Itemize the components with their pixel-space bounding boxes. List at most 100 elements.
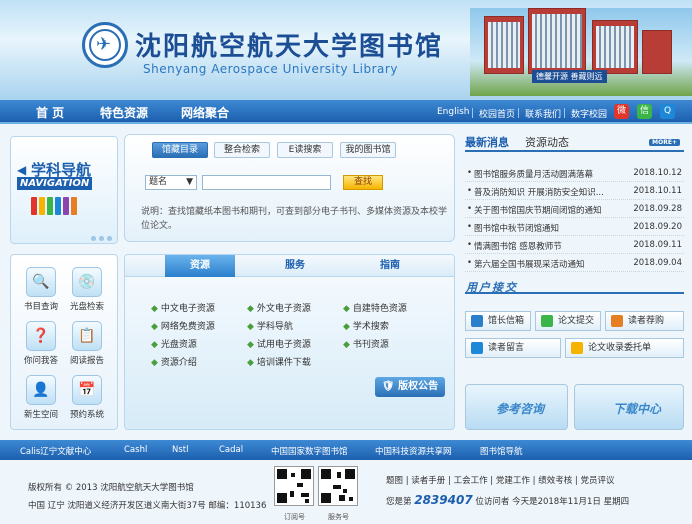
link-sci-tech-resource[interactable]: 中国科技资源共享网	[375, 445, 452, 457]
tab-integrated-search[interactable]: 整合检索	[214, 142, 270, 158]
tab-my-library[interactable]: 我的图书馆	[340, 142, 396, 158]
visitor-count: 2839407	[414, 493, 473, 507]
footer-link[interactable]: 党员评议	[580, 476, 614, 486]
link-cashl[interactable]: Cashl	[124, 445, 147, 455]
director-mailbox-button[interactable]: 馆长信箱	[465, 311, 531, 331]
subject-navigation-banner[interactable]: ◀ 学科导航 NAVIGATION	[10, 136, 118, 244]
search-input[interactable]	[202, 175, 331, 190]
nav-contact-us[interactable]: 联系我们	[525, 107, 561, 120]
nav-digital-campus[interactable]: 数字校园	[571, 107, 607, 120]
quick-link-cd-search[interactable]: 💿 光盘检索	[67, 267, 107, 312]
news-tabs: 最新消息 资源动态 MORE+	[465, 134, 684, 152]
slider-dots[interactable]	[91, 234, 115, 243]
footer-link[interactable]: 题图	[386, 476, 403, 486]
qr-code-subscription	[274, 466, 314, 506]
tab-latest-news[interactable]: 最新消息	[465, 134, 509, 150]
link-cadal[interactable]: Cadal	[219, 445, 243, 455]
search-field-select[interactable]: 题名 ▼	[145, 175, 197, 190]
footer-link[interactable]: 绩效考核	[538, 476, 572, 486]
news-item[interactable]: • 关于图书馆国庆节期间闭馆的通知 2018.09.28	[465, 200, 684, 218]
reader-message-button[interactable]: 读者留言	[465, 338, 561, 358]
reference-consult-button[interactable]: 参考咨询	[465, 384, 568, 430]
resource-link[interactable]: ◆ 中文电子资源	[151, 301, 215, 314]
thesis-indexing-button[interactable]: 论文收录委托单	[565, 338, 684, 358]
search-panel: 馆藏目录 整合检索 E读搜索 我的图书馆 题名 ▼ 查找 说明：查找馆藏纸本图书和…	[124, 134, 455, 242]
copyright-notice-button[interactable]: 🛡 版权公告	[375, 377, 445, 397]
disc-icon: 💿	[72, 267, 102, 297]
tab-services[interactable]: 服务	[255, 255, 335, 277]
resource-link[interactable]: ◆ 学科导航	[247, 319, 293, 332]
user-services-header: 用户接交	[465, 278, 684, 294]
news-item[interactable]: • 普及消防知识 开展消防安全知识... 2018.10.11	[465, 182, 684, 200]
news-item[interactable]: • 图书馆中秋节闭馆通知 2018.09.20	[465, 218, 684, 236]
resources-panel: 资源 服务 指南 ◆ 中文电子资源 ◆ 外文电子资源 ◆ 自建特色资源 ◆ 网络免费资源…	[124, 254, 455, 430]
download-center-button[interactable]: 下载中心	[574, 384, 684, 430]
footer-link[interactable]: 党建工作	[496, 476, 530, 486]
search-button[interactable]: 查找	[343, 175, 383, 190]
site-header: ✈ 沈阳航空航天大学图书馆 Shenyang Aerospace Univers…	[0, 0, 692, 100]
nav-english[interactable]: English	[437, 107, 470, 117]
tab-resource-news[interactable]: 资源动态	[525, 134, 569, 150]
main-navbar: 首 页 特色资源 网络聚合 English 校园首页 联系我们 数字校园 微 信…	[0, 100, 692, 124]
tab-catalog[interactable]: 馆藏目录	[152, 142, 208, 158]
more-link[interactable]: MORE+	[649, 139, 680, 146]
qr-label-service: 服务号	[328, 513, 349, 521]
resource-link[interactable]: ◆ 自建特色资源	[343, 301, 407, 314]
quick-link-freshman[interactable]: 👤 新生空间	[21, 375, 61, 420]
nav-special-resources[interactable]: 特色资源	[100, 104, 148, 121]
qr-code-service	[318, 466, 358, 506]
quick-link-reading-report[interactable]: 📋 阅读报告	[67, 321, 107, 366]
resource-link[interactable]: ◆ 书刊资源	[343, 337, 389, 350]
mail-icon	[471, 315, 483, 327]
arrow-icon: ◀	[17, 163, 27, 177]
qr-label-subscription: 订阅号	[284, 513, 305, 521]
quick-link-catalog[interactable]: 🔍 书目查询	[21, 267, 61, 312]
resource-link[interactable]: ◆ 学术搜索	[343, 319, 389, 332]
calendar-icon: 📅	[72, 375, 102, 405]
weibo-icon[interactable]: 微	[614, 104, 629, 119]
tab-e-read-search[interactable]: E读搜索	[277, 142, 333, 158]
subject-nav-subtitle: NAVIGATION	[17, 177, 93, 190]
thesis-submit-button[interactable]: 论文提交	[535, 311, 601, 331]
person-icon: 👤	[26, 375, 56, 405]
nav-campus-home[interactable]: 校园首页	[479, 107, 515, 120]
visitor-counter: 您是第 2839407 位访问者 今天是2018年11月1日 星期四	[386, 493, 630, 507]
resource-link[interactable]: ◆ 资源介绍	[151, 355, 197, 368]
tab-guide[interactable]: 指南	[350, 255, 430, 277]
search-note: 说明：查找馆藏纸本图书和期刊，可查到部分电子书刊、多媒体资源及本校学位论文。	[141, 207, 448, 231]
resource-link[interactable]: ◆ 外文电子资源	[247, 301, 311, 314]
link-calis[interactable]: Calis辽宁文献中心	[20, 445, 91, 457]
chat-icon	[471, 342, 483, 354]
wechat-icon[interactable]: 信	[637, 104, 652, 119]
footer-link[interactable]: 读者手册	[411, 476, 445, 486]
report-icon: 📋	[72, 321, 102, 351]
resource-link[interactable]: ◆ 培训课件下载	[247, 355, 311, 368]
library-title-cn: 沈阳航空航天大学图书馆	[135, 32, 444, 62]
footer-link[interactable]: 工会工作	[454, 476, 488, 486]
shield-icon: 🛡	[381, 381, 395, 392]
footer-copyright: 版权所有 © 2013 沈阳航空航天大学图书馆	[28, 483, 194, 493]
resource-link[interactable]: ◆ 试用电子资源	[247, 337, 311, 350]
purchase-recommend-button[interactable]: 读者荐购	[605, 311, 684, 331]
resource-link[interactable]: ◆ 光盘资源	[151, 337, 197, 350]
quick-link-ask[interactable]: ❓ 你问我答	[21, 321, 61, 366]
nav-home[interactable]: 首 页	[36, 104, 64, 121]
news-item[interactable]: • 情满图书馆 感恩教师节 2018.09.11	[465, 236, 684, 254]
link-nstl[interactable]: Nstl	[172, 445, 188, 455]
news-item[interactable]: • 第六届全国书展现采活动通知 2018.09.04	[465, 254, 684, 272]
resource-link[interactable]: ◆ 网络免费资源	[151, 319, 215, 332]
news-item[interactable]: • 图书馆服务质量月活动圆满落幕 2018.10.12	[465, 164, 684, 182]
user-services-title: 用户接交	[466, 281, 518, 294]
link-library-navigation[interactable]: 图书馆导航	[480, 445, 523, 457]
form-icon	[571, 342, 583, 354]
tab-resources[interactable]: 资源	[165, 255, 235, 277]
footer-address: 中国 辽宁 沈阳道义经济开发区道义南大街37号 邮编：110136	[28, 501, 267, 511]
upload-icon	[541, 315, 553, 327]
link-national-digital-library[interactable]: 中国国家数字图书馆	[271, 445, 348, 457]
qq-icon[interactable]: Q	[660, 104, 675, 119]
nav-network-aggregation[interactable]: 网络聚合	[181, 104, 229, 121]
university-logo[interactable]: ✈	[82, 22, 128, 68]
library-building-photo: 德馨开源 善藏则远	[470, 8, 692, 96]
quick-link-reservation[interactable]: 📅 预约系统	[67, 375, 107, 420]
library-title-en: Shenyang Aerospace University Library	[143, 62, 398, 76]
